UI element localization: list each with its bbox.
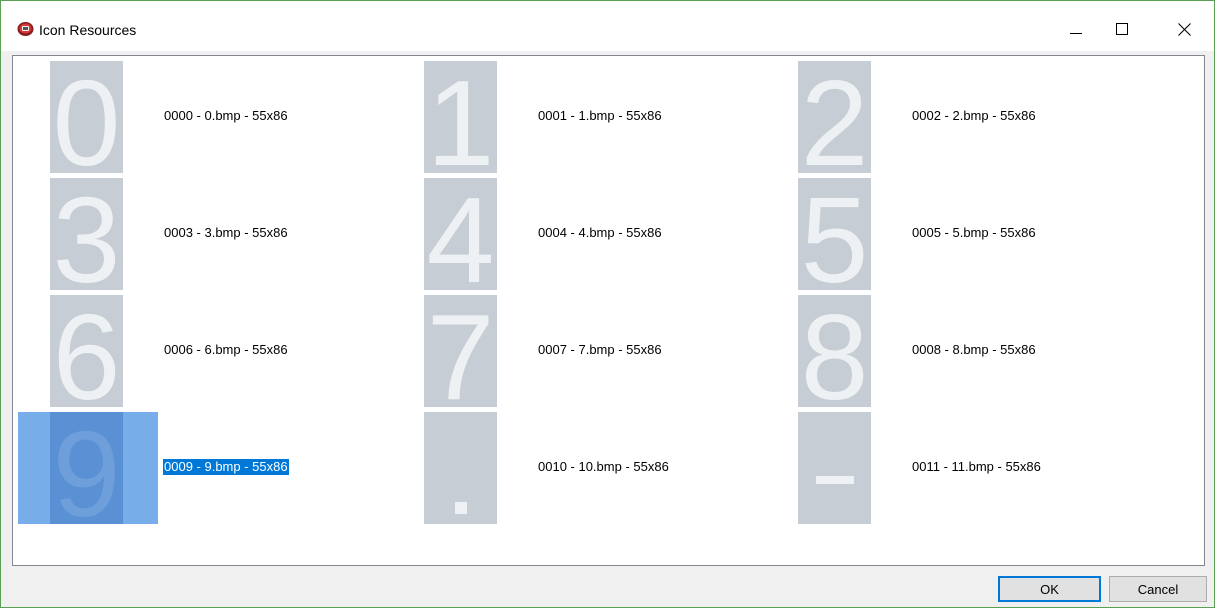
close-button[interactable] [1161,11,1207,47]
glyph-text: 0 [53,61,121,173]
ok-button[interactable]: OK [998,576,1101,602]
glyph-text: 5 [801,178,869,290]
glyph-dot [455,502,467,514]
icon-label: 0008 - 8.bmp - 55x86 [912,342,1036,357]
icon-label: 0004 - 4.bmp - 55x86 [538,225,662,240]
icon-thumbnail[interactable] [424,412,497,524]
maximize-icon [1116,23,1128,35]
icon-label: 0005 - 5.bmp - 55x86 [912,225,1036,240]
icon-thumbnail[interactable]: 1 [424,61,497,173]
icon-thumbnail[interactable]: 5 [798,178,871,290]
icon-list-item[interactable]: 2 0002 - 2.bmp - 55x86 [761,61,1121,173]
icon-list-item[interactable]: 0 0000 - 0.bmp - 55x86 [13,61,373,173]
icon-label: 0002 - 2.bmp - 55x86 [912,108,1036,123]
glyph-text: 4 [427,178,495,290]
icon-label: 0009 - 9.bmp - 55x86 [163,459,289,475]
maximize-button[interactable] [1099,11,1145,47]
icon-thumbnail[interactable]: 3 [50,178,123,290]
icon-label: 0010 - 10.bmp - 55x86 [538,459,669,474]
glyph-text: 1 [427,61,495,173]
icon-thumbnail[interactable] [798,412,871,524]
icon-label: 0001 - 1.bmp - 55x86 [538,108,662,123]
icon-thumbnail[interactable]: 6 [50,295,123,407]
icon-thumbnail[interactable]: 9 [50,412,123,524]
icon-list-item[interactable]: 8 0008 - 8.bmp - 55x86 [761,295,1121,407]
glyph-text: 2 [801,61,869,173]
glyph-text: 8 [801,295,869,407]
icon-list-item[interactable]: 0011 - 11.bmp - 55x86 [761,412,1121,524]
icon-list-item[interactable]: 6 0006 - 6.bmp - 55x86 [13,295,373,407]
icon-resources-window: Icon Resources 0 0000 - 0.bmp - 55x86 1 000… [0,0,1215,608]
minimize-icon [1070,23,1082,35]
icon-label: 0007 - 7.bmp - 55x86 [538,342,662,357]
icon-thumbnail[interactable]: 8 [798,295,871,407]
glyph-text: 7 [427,295,495,407]
icon-list-view[interactable]: 0 0000 - 0.bmp - 55x86 1 0001 - 1.bmp - 55x… [12,55,1205,566]
icon-label: 0011 - 11.bmp - 55x86 [912,459,1041,474]
glyph-text: 6 [53,295,121,407]
glyph-text: 9 [53,412,121,524]
icon-list-item[interactable]: 0010 - 10.bmp - 55x86 [387,412,747,524]
icon-thumbnail[interactable]: 2 [798,61,871,173]
close-icon [1177,22,1191,36]
cancel-button[interactable]: Cancel [1109,576,1207,602]
icon-list-item[interactable]: 9 0009 - 9.bmp - 55x86 [13,412,373,524]
icon-list-item[interactable]: 1 0001 - 1.bmp - 55x86 [387,61,747,173]
title-bar[interactable]: Icon Resources [1,1,1214,51]
icon-thumbnail[interactable]: 4 [424,178,497,290]
icon-list-item[interactable]: 7 0007 - 7.bmp - 55x86 [387,295,747,407]
app-icon [17,21,34,37]
icon-label: 0003 - 3.bmp - 55x86 [164,225,288,240]
minimize-button[interactable] [1053,11,1099,47]
window-title: Icon Resources [39,22,137,38]
icon-label: 0000 - 0.bmp - 55x86 [164,108,288,123]
icon-list-item[interactable]: 3 0003 - 3.bmp - 55x86 [13,178,373,290]
glyph-dash [816,476,854,484]
icon-list-item[interactable]: 4 0004 - 4.bmp - 55x86 [387,178,747,290]
icon-label: 0006 - 6.bmp - 55x86 [164,342,288,357]
glyph-text: 3 [53,178,121,290]
icon-thumbnail[interactable]: 0 [50,61,123,173]
icon-list-item[interactable]: 5 0005 - 5.bmp - 55x86 [761,178,1121,290]
icon-thumbnail[interactable]: 7 [424,295,497,407]
